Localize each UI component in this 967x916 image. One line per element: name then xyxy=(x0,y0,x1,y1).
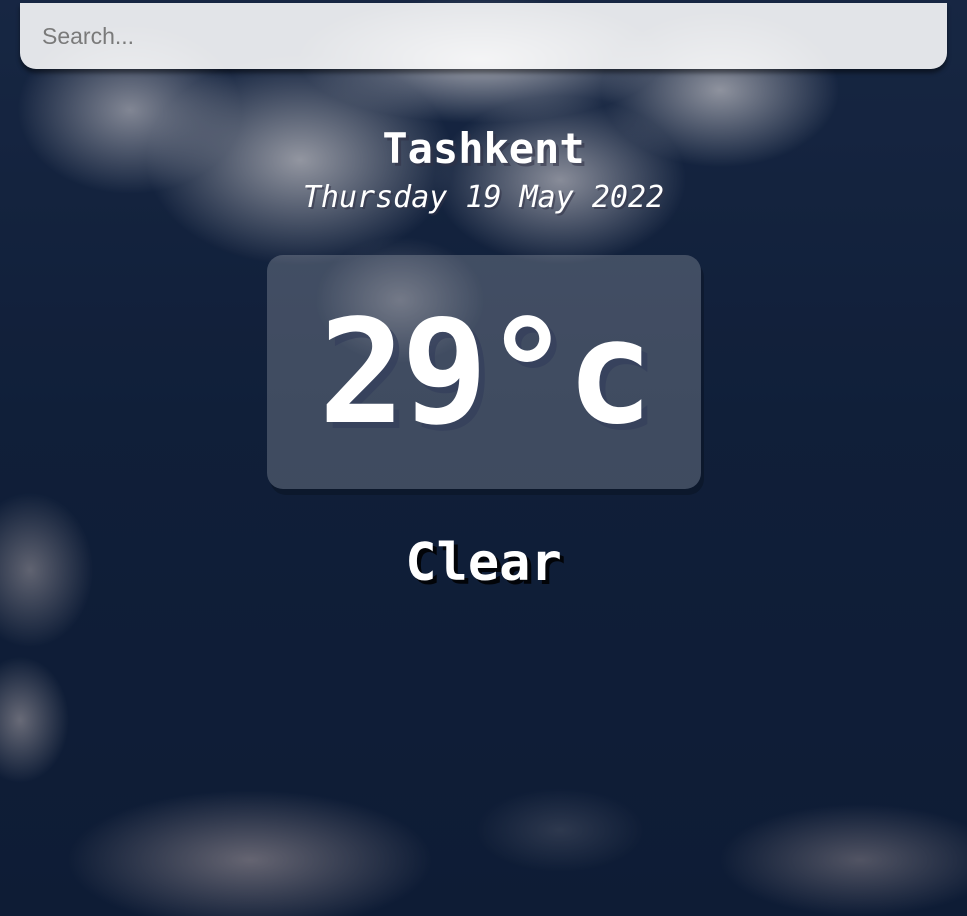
temperature-box: 29°c xyxy=(267,255,701,489)
temperature-value: 29°c xyxy=(318,288,654,456)
weather-condition: Clear xyxy=(405,533,562,593)
current-date: Thursday 19 May 2022 xyxy=(302,180,665,215)
location-box: Tashkent Thursday 19 May 2022 xyxy=(0,120,967,218)
search-input[interactable] xyxy=(20,3,947,69)
city-name: Tashkent xyxy=(382,124,585,173)
